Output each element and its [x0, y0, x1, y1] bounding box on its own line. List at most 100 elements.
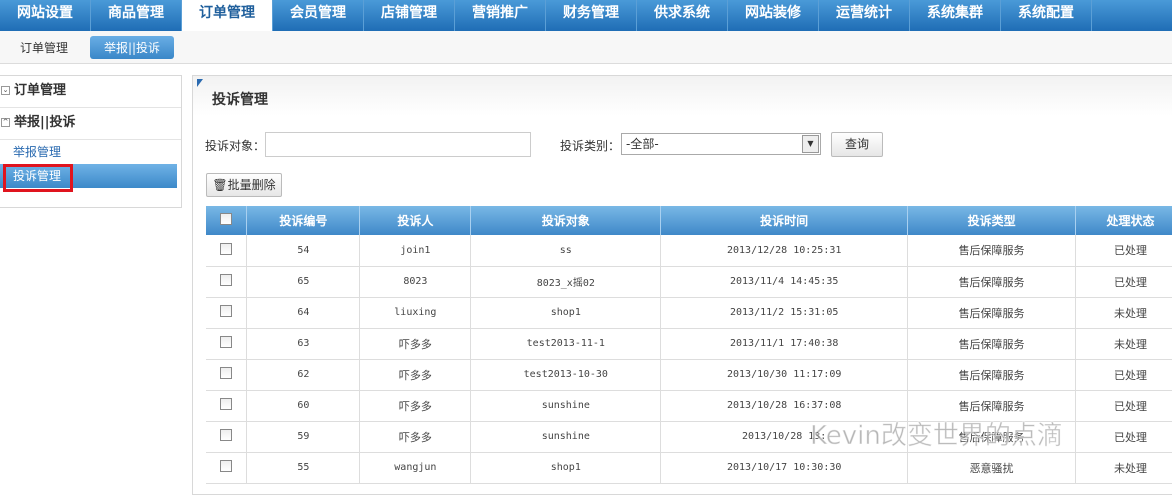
row-complainant: 吓多多 — [359, 328, 472, 360]
complaint-table: 投诉编号 投诉人 投诉对象 投诉时间 投诉类型 处理状态 54 join1 ss 20… — [206, 206, 1172, 484]
sidebar-group-orders[interactable]: ⌄ 订单管理 — [0, 76, 181, 108]
bulk-delete-button[interactable]: 🗑批量删除 — [206, 173, 282, 197]
type-select[interactable]: -全部- ▼ — [621, 133, 821, 155]
row-checkbox[interactable] — [220, 305, 233, 317]
row-checkbox[interactable] — [220, 429, 233, 441]
row-complainant: 8023 — [359, 266, 472, 298]
select-all-checkbox[interactable] — [220, 213, 233, 225]
tab-site-settings[interactable]: 网站设置 — [0, 0, 91, 31]
row-type: 售后保障服务 — [907, 328, 1077, 360]
row-id: 54 — [246, 235, 361, 267]
row-id: 62 — [246, 359, 361, 391]
row-checkbox[interactable] — [220, 242, 233, 255]
row-complainant: liuxing — [359, 297, 472, 329]
row-checkbox[interactable] — [220, 336, 233, 348]
row-type: 售后保障服务 — [907, 359, 1077, 391]
table-row: 65 8023 8023_x摇02 2013/11/4 14:45:35 售后保障服务已… — [206, 266, 1172, 298]
row-target: 8023_x摇02 — [470, 266, 662, 298]
select-all-header — [206, 206, 248, 235]
table-row: 59 吓多多 sunshine 2013/10/28 13: 售后保障服务 已处理 — [206, 421, 1172, 453]
row-status: 未处理 — [1075, 297, 1172, 329]
table-row: 60 吓多多 sunshine 2013/10/28 16:37:08 售后保障服务 已处… — [206, 390, 1172, 422]
row-select-cell — [206, 235, 248, 267]
tab-orders[interactable]: 订单管理 — [182, 0, 273, 31]
type-label: 投诉类别： — [560, 139, 621, 153]
corner-decoration — [197, 79, 203, 87]
row-status: 已处理 — [1075, 359, 1172, 391]
row-status: 已处理 — [1075, 266, 1172, 298]
row-time: 2013/11/2 15:31:05 — [660, 297, 909, 329]
tab-members[interactable]: 会员管理 — [273, 0, 364, 31]
row-complainant: wangjun — [359, 452, 472, 484]
row-id: 59 — [246, 421, 361, 453]
row-type: 恶意骚扰 — [907, 452, 1077, 484]
col-status[interactable]: 处理状态 — [1075, 206, 1172, 235]
tab-decoration[interactable]: 网站装修 — [728, 0, 819, 31]
search-button[interactable]: 查询 — [831, 132, 883, 157]
expand-icon: ^ — [1, 118, 10, 127]
subnav-orders[interactable]: 订单管理 — [12, 36, 76, 59]
target-label: 投诉对象： — [205, 139, 266, 153]
top-nav: 网站设置 商品管理 订单管理 会员管理 店铺管理 营销推广 财务管理 供求系统 … — [0, 0, 1172, 31]
row-type: 售后保障服务 — [907, 390, 1077, 422]
row-type: 售后保障服务 — [907, 266, 1077, 298]
row-select-cell — [206, 390, 248, 422]
trash-icon: 🗑 — [212, 178, 228, 192]
row-target: test2013-10-30 — [470, 359, 662, 391]
row-id: 64 — [246, 297, 361, 329]
tab-system-config[interactable]: 系统配置 — [1001, 0, 1092, 31]
row-status: 未处理 — [1075, 452, 1172, 484]
page-title: 投诉管理 — [212, 92, 268, 108]
row-select-cell — [206, 421, 248, 453]
group-label: 订单管理 — [14, 83, 67, 98]
sidebar-item-reports[interactable]: 举报管理 — [0, 140, 181, 164]
highlight-box — [3, 164, 73, 192]
row-target: test2013-11-1 — [470, 328, 662, 360]
tab-supply[interactable]: 供求系统 — [637, 0, 728, 31]
tab-marketing[interactable]: 营销推广 — [455, 0, 546, 31]
row-select-cell — [206, 359, 248, 391]
tab-products[interactable]: 商品管理 — [91, 0, 182, 31]
target-input[interactable] — [265, 132, 531, 157]
row-time: 2013/10/28 16:37:08 — [660, 390, 909, 422]
row-checkbox[interactable] — [220, 460, 233, 472]
col-complainant[interactable]: 投诉人 — [359, 206, 472, 235]
chevron-down-icon: ▼ — [802, 135, 819, 153]
col-id[interactable]: 投诉编号 — [246, 206, 361, 235]
row-time: 2013/11/1 17:40:38 — [660, 328, 909, 360]
row-status: 已处理 — [1075, 390, 1172, 422]
table-row: 55 wangjun shop1 2013/10/17 10:30:30 恶意骚扰 未处理 — [206, 452, 1172, 484]
row-checkbox[interactable] — [220, 398, 233, 410]
row-status: 已处理 — [1075, 235, 1172, 267]
group-label: 举报||投诉 — [14, 115, 76, 130]
col-type[interactable]: 投诉类型 — [907, 206, 1077, 235]
row-select-cell — [206, 266, 248, 298]
row-id: 65 — [246, 266, 361, 298]
row-checkbox[interactable] — [220, 367, 233, 379]
row-checkbox[interactable] — [220, 274, 233, 286]
row-target: shop1 — [470, 452, 662, 484]
col-time[interactable]: 投诉时间 — [660, 206, 909, 235]
table-row: 63 吓多多 test2013-11-1 2013/11/1 17:40:38 售后保障… — [206, 328, 1172, 360]
row-type: 售后保障服务 — [907, 421, 1077, 453]
row-id: 55 — [246, 452, 361, 484]
row-type: 售后保障服务 — [907, 297, 1077, 329]
row-time: 2013/11/4 14:45:35 — [660, 266, 909, 298]
sub-nav: 订单管理 举报||投诉 — [0, 31, 1172, 64]
row-complainant: join1 — [359, 235, 472, 267]
row-select-cell — [206, 452, 248, 484]
row-type: 售后保障服务 — [907, 235, 1077, 267]
table-row: 54 join1 ss 2013/12/28 10:25:31 售后保障服务 已处理 — [206, 235, 1172, 267]
tab-stores[interactable]: 店铺管理 — [364, 0, 455, 31]
sidebar-group-reports[interactable]: ^ 举报||投诉 — [0, 108, 181, 140]
row-complainant: 吓多多 — [359, 421, 472, 453]
col-target[interactable]: 投诉对象 — [470, 206, 662, 235]
complaint-panel: 投诉管理 投诉对象： 投诉类别： -全部- ▼ 查询 🗑批量删除 投诉编号 投诉人… — [192, 75, 1172, 495]
subnav-reports[interactable]: 举报||投诉 — [90, 35, 175, 59]
row-id: 63 — [246, 328, 361, 360]
tab-statistics[interactable]: 运营统计 — [819, 0, 910, 31]
row-time: 2013/10/30 11:17:09 — [660, 359, 909, 391]
tab-cluster[interactable]: 系统集群 — [910, 0, 1001, 31]
row-complainant: 吓多多 — [359, 359, 472, 391]
tab-finance[interactable]: 财务管理 — [546, 0, 637, 31]
